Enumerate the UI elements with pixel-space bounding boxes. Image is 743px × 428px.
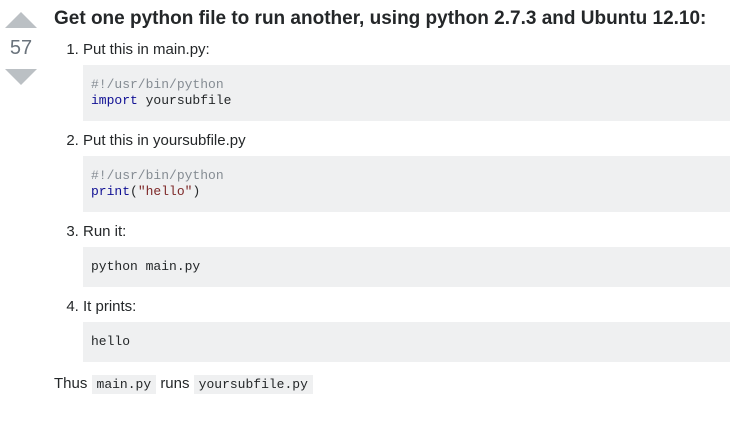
list-item: Run it: python main.py — [83, 222, 734, 287]
code-string: "hello" — [137, 184, 193, 199]
conclusion-text: Thus — [54, 375, 88, 392]
list-item: Put this in main.py: #!/usr/bin/python i… — [83, 40, 734, 121]
vote-count: 57 — [9, 37, 33, 59]
code-text: hello — [91, 334, 131, 349]
answer-heading: Get one python file to run another, usin… — [54, 8, 707, 29]
step-text: Put this in main.py: — [83, 41, 210, 58]
vote-panel: 57 — [0, 12, 42, 85]
code-keyword: print — [91, 184, 131, 199]
list-item: It prints: hello — [83, 297, 734, 362]
conclusion: Thus main.py runs yoursubfile.py — [54, 374, 734, 394]
step-text: Run it: — [83, 223, 127, 240]
answer-post: Get one python file to run another, usin… — [54, 0, 734, 394]
code-text: yoursubfile — [137, 93, 232, 108]
list-item: Put this in yoursubfile.py #!/usr/bin/py… — [83, 131, 734, 212]
code-block: #!/usr/bin/python print("hello") — [83, 156, 730, 212]
code-keyword: import — [91, 93, 138, 108]
conclusion-text: runs — [160, 375, 190, 392]
downvote-arrow-icon[interactable] — [5, 69, 37, 85]
upvote-arrow-icon[interactable] — [5, 12, 37, 28]
step-text: It prints: — [83, 298, 137, 315]
code-block: hello — [83, 322, 730, 362]
code-punct: ) — [192, 184, 201, 199]
inline-code: main.py — [91, 375, 157, 394]
code-punct: ( — [130, 184, 138, 199]
steps-list: Put this in main.py: #!/usr/bin/python i… — [54, 40, 734, 362]
code-text: python main.py — [91, 259, 201, 274]
code-block: python main.py — [83, 247, 730, 287]
code-comment: #!/usr/bin/python — [91, 77, 224, 92]
step-text: Put this in yoursubfile.py — [83, 132, 246, 149]
code-block: #!/usr/bin/python import yoursubfile — [83, 65, 730, 121]
code-comment: #!/usr/bin/python — [91, 168, 224, 183]
inline-code: yoursubfile.py — [193, 375, 313, 394]
